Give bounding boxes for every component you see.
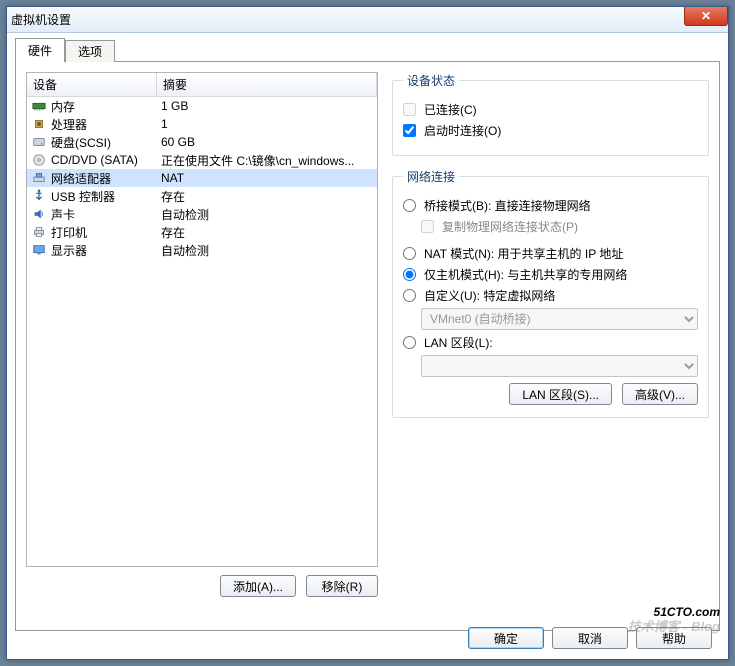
window-title: 虚拟机设置 [11, 11, 71, 28]
col-device[interactable]: 设备 [27, 73, 157, 96]
device-summary: 正在使用文件 C:\镜像\cn_windows... [157, 152, 377, 169]
tab-options[interactable]: 选项 [65, 40, 115, 62]
lan-segments-button[interactable]: LAN 区段(S)... [509, 383, 612, 405]
lanseg-label: LAN 区段(L): [424, 334, 493, 351]
dialog-footer: 确定 取消 帮助 [468, 627, 712, 649]
device-summary: 1 [157, 117, 377, 131]
cd-icon [31, 153, 47, 167]
table-row[interactable]: USB 控制器 存在 [27, 187, 377, 205]
usb-icon [31, 189, 47, 203]
connected-label: 已连接(C) [424, 101, 477, 118]
device-name: 网络适配器 [51, 170, 111, 187]
connected-checkbox [403, 103, 416, 116]
table-row[interactable]: 显示器 自动检测 [27, 241, 377, 259]
cpu-icon [31, 117, 47, 131]
network-legend: 网络连接 [403, 168, 459, 185]
network-connection-group: 网络连接 桥接模式(B): 直接连接物理网络 复制物理网络连接状态(P) NAT… [392, 168, 709, 418]
vmnet-select: VMnet0 (自动桥接) [421, 308, 698, 330]
device-summary: NAT [157, 171, 377, 185]
disk-icon [31, 135, 47, 149]
lanseg-select [421, 355, 698, 377]
table-row[interactable]: 网络适配器 NAT [27, 169, 377, 187]
close-button[interactable]: ✕ [684, 7, 728, 26]
col-summary[interactable]: 摘要 [157, 73, 377, 96]
tab-panel: 设备 摘要 内存 1 GB 处理器 1 硬盘(SCSI) 60 GB CD/DVD (SAT… [15, 61, 720, 631]
lanseg-radio[interactable] [403, 336, 416, 349]
custom-radio[interactable] [403, 289, 416, 302]
device-status-legend: 设备状态 [403, 72, 459, 89]
connect-at-poweron-label: 启动时连接(O) [424, 122, 501, 139]
custom-label: 自定义(U): 特定虚拟网络 [424, 287, 555, 304]
tabs: 硬件 选项 [15, 39, 728, 61]
device-table: 设备 摘要 内存 1 GB 处理器 1 硬盘(SCSI) 60 GB CD/DVD (SAT… [26, 72, 378, 567]
device-name: 处理器 [51, 116, 87, 133]
remove-button[interactable]: 移除(R) [306, 575, 378, 597]
table-row[interactable]: 硬盘(SCSI) 60 GB [27, 133, 377, 151]
device-status-group: 设备状态 已连接(C) 启动时连接(O) [392, 72, 709, 156]
titlebar: 虚拟机设置 ✕ [7, 7, 728, 33]
device-name: 硬盘(SCSI) [51, 134, 111, 151]
hostonly-label: 仅主机模式(H): 与主机共享的专用网络 [424, 266, 627, 283]
device-name: 声卡 [51, 206, 75, 223]
sound-icon [31, 207, 47, 221]
help-button[interactable]: 帮助 [636, 627, 712, 649]
device-name: 显示器 [51, 242, 87, 259]
device-name: 打印机 [51, 224, 87, 241]
bridged-radio[interactable] [403, 199, 416, 212]
device-summary: 60 GB [157, 135, 377, 149]
replicate-label: 复制物理网络连接状态(P) [442, 218, 578, 235]
connect-at-poweron-checkbox[interactable] [403, 124, 416, 137]
table-row[interactable]: 打印机 存在 [27, 223, 377, 241]
table-row[interactable]: CD/DVD (SATA) 正在使用文件 C:\镜像\cn_windows... [27, 151, 377, 169]
device-summary: 存在 [157, 188, 377, 205]
replicate-checkbox [421, 220, 434, 233]
nat-radio[interactable] [403, 247, 416, 260]
nat-label: NAT 模式(N): 用于共享主机的 IP 地址 [424, 245, 623, 262]
display-icon [31, 243, 47, 257]
printer-icon [31, 225, 47, 239]
device-name: CD/DVD (SATA) [51, 153, 138, 167]
bridged-label: 桥接模式(B): 直接连接物理网络 [424, 197, 591, 214]
advanced-button[interactable]: 高级(V)... [622, 383, 698, 405]
device-summary: 自动检测 [157, 242, 377, 259]
memory-icon [31, 99, 47, 113]
hostonly-radio[interactable] [403, 268, 416, 281]
table-row[interactable]: 声卡 自动检测 [27, 205, 377, 223]
device-summary: 1 GB [157, 99, 377, 113]
device-name: USB 控制器 [51, 188, 115, 205]
add-button[interactable]: 添加(A)... [220, 575, 296, 597]
net-icon [31, 171, 47, 185]
tab-hardware[interactable]: 硬件 [15, 38, 65, 62]
table-row[interactable]: 内存 1 GB [27, 97, 377, 115]
ok-button[interactable]: 确定 [468, 627, 544, 649]
device-summary: 自动检测 [157, 206, 377, 223]
device-summary: 存在 [157, 224, 377, 241]
device-name: 内存 [51, 98, 75, 115]
table-row[interactable]: 处理器 1 [27, 115, 377, 133]
cancel-button[interactable]: 取消 [552, 627, 628, 649]
